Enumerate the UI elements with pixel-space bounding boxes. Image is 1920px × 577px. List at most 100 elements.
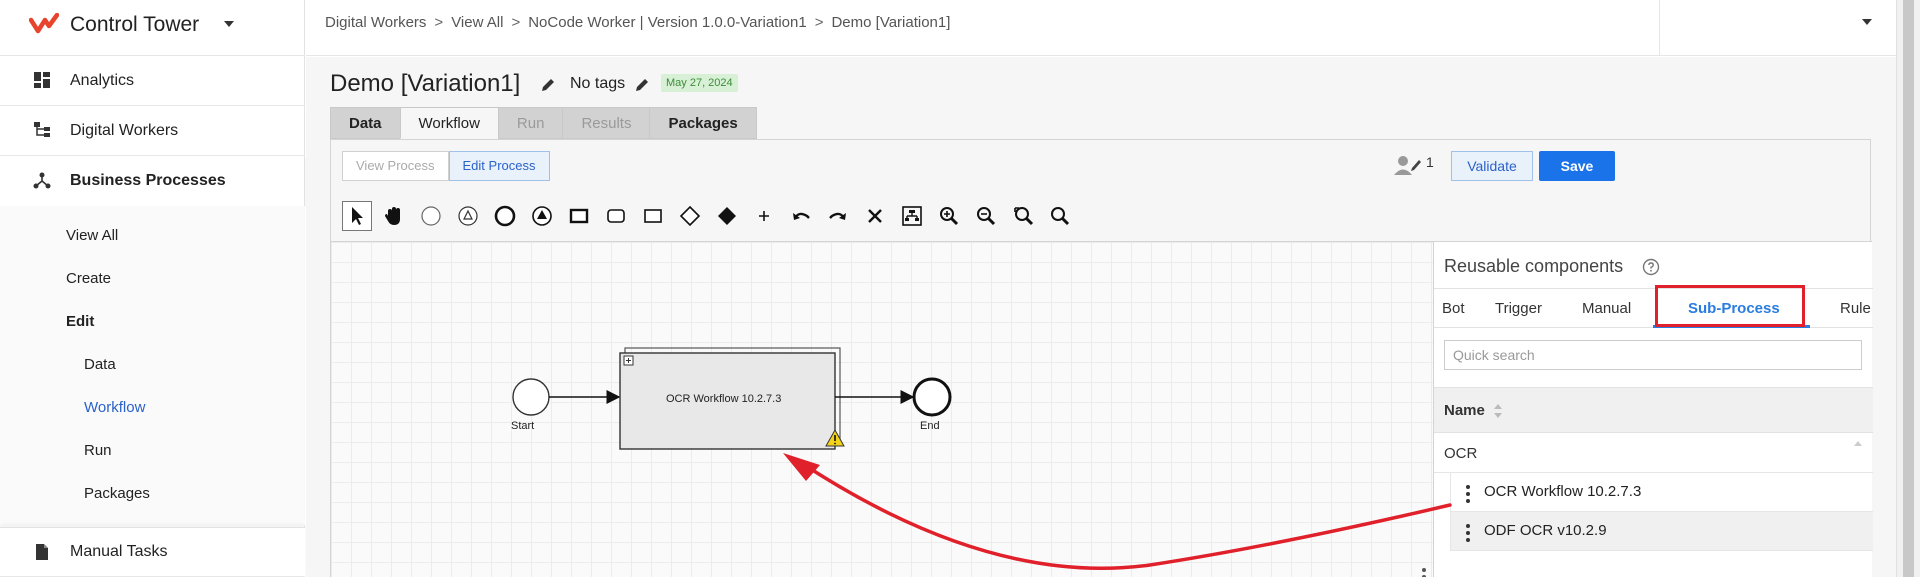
reusable-components-panel: Reusable components Bot Trigger Manual S… xyxy=(1433,241,1873,577)
component-tabs: Bot Trigger Manual Sub-Process Rule xyxy=(1434,288,1873,328)
drag-handle-icon[interactable] xyxy=(1466,485,1470,503)
panel-resize-handle-icon[interactable] xyxy=(1422,568,1426,577)
sidebar-item-label: Analytics xyxy=(70,71,135,89)
app-switch-caret-icon[interactable] xyxy=(224,21,234,27)
top-bar: Digital Workers > View All > NoCode Worker |… xyxy=(306,0,1896,56)
hand-icon[interactable] xyxy=(379,201,409,231)
plus-icon[interactable] xyxy=(749,201,779,231)
submenu-edit[interactable]: Edit xyxy=(66,313,94,330)
submenu-edit-workflow[interactable]: Workflow xyxy=(84,399,145,416)
auto-layout-icon[interactable] xyxy=(897,201,927,231)
bpmn-palette xyxy=(342,200,1082,232)
submenu-edit-data[interactable]: Data xyxy=(84,356,116,373)
pointer-icon[interactable] xyxy=(342,201,372,231)
submenu-create[interactable]: Create xyxy=(66,270,111,287)
tab-trigger[interactable]: Trigger xyxy=(1495,300,1542,317)
subprocess-icon[interactable] xyxy=(601,201,631,231)
hierarchy-icon xyxy=(34,122,50,137)
help-icon[interactable] xyxy=(1642,258,1660,276)
component-label: OCR Workflow 10.2.7.3 xyxy=(1484,483,1642,500)
dashboard-icon xyxy=(34,72,50,88)
delete-icon[interactable] xyxy=(860,201,890,231)
breadcrumb-item[interactable]: Digital Workers xyxy=(325,14,426,31)
exclusive-gateway-icon[interactable] xyxy=(712,201,742,231)
sidebar-item-label: Digital Workers xyxy=(70,121,179,139)
tags-label: No tags xyxy=(570,75,626,92)
breadcrumb-separator: > xyxy=(814,14,824,31)
end-event-icon[interactable] xyxy=(490,201,520,231)
sort-icon[interactable] xyxy=(1493,403,1503,419)
zoom-fit-icon[interactable] xyxy=(1008,201,1038,231)
submenu-edit-run[interactable]: Run xyxy=(84,442,112,459)
sidebar-item-analytics[interactable]: Analytics xyxy=(0,56,305,106)
bpmn-canvas[interactable]: Start OCR Workflow 10.2.7.3 End xyxy=(331,241,1433,577)
tab-packages[interactable]: Packages xyxy=(649,107,757,139)
collapse-caret-icon[interactable] xyxy=(1854,441,1862,446)
task-icon[interactable] xyxy=(564,201,594,231)
workflow-workspace: View Process Edit Process 1 Validate Sav… xyxy=(330,139,1873,577)
breadcrumb: Digital Workers > View All > NoCode Worker |… xyxy=(325,14,950,31)
component-label: ODF OCR v10.2.9 xyxy=(1484,522,1607,539)
tab-data[interactable]: Data xyxy=(330,107,400,139)
component-group-ocr[interactable]: OCR xyxy=(1434,433,1873,473)
submenu-edit-packages[interactable]: Packages xyxy=(84,485,150,502)
redo-icon[interactable] xyxy=(823,201,853,231)
quick-search-input[interactable]: Quick search xyxy=(1444,340,1862,370)
validate-button[interactable]: Validate xyxy=(1451,151,1533,181)
brand-header[interactable]: Control Tower xyxy=(0,0,305,56)
task-label: OCR Workflow 10.2.7.3 xyxy=(666,393,782,405)
zoom-in-icon[interactable] xyxy=(934,201,964,231)
sidebar-item-business-processes[interactable]: Business Processes xyxy=(0,156,305,206)
page-title: Demo [Variation1] xyxy=(330,70,521,97)
tab-results: Results xyxy=(562,107,650,139)
gateway-icon[interactable] xyxy=(675,201,705,231)
component-row[interactable]: OCR Workflow 10.2.7.3 xyxy=(1450,473,1873,512)
transaction-icon[interactable] xyxy=(638,201,668,231)
tab-manual[interactable]: Manual xyxy=(1582,300,1631,317)
breadcrumb-item[interactable]: View All xyxy=(451,14,503,31)
bpmn-diagram xyxy=(512,347,952,450)
annotation-highlight-box xyxy=(1655,285,1805,327)
user-edit-icon[interactable] xyxy=(1394,154,1424,176)
pencil-icon[interactable] xyxy=(540,77,556,93)
panel-title: Reusable components xyxy=(1444,256,1624,276)
breadcrumb-separator: > xyxy=(434,14,444,31)
date-badge: May 27, 2024 xyxy=(661,74,738,92)
zoom-out-icon[interactable] xyxy=(971,201,1001,231)
end-event-label: End xyxy=(920,420,940,432)
business-processes-submenu: View All Create Edit Data Workflow Run P… xyxy=(0,206,305,526)
breadcrumb-item[interactable]: NoCode Worker | Version 1.0.0-Variation1 xyxy=(528,14,806,31)
control-tower-logo-icon xyxy=(29,13,59,34)
view-process-button[interactable]: View Process xyxy=(342,151,449,181)
signal-event-icon[interactable] xyxy=(527,201,557,231)
breadcrumb-separator: > xyxy=(511,14,521,31)
app-title: Control Tower xyxy=(70,13,200,36)
view-mode-toggle: View Process Edit Process xyxy=(342,151,550,181)
end-event xyxy=(912,377,952,417)
sidebar-item-label: Manual Tasks xyxy=(70,543,168,560)
sidebar-item-digital-workers[interactable]: Digital Workers xyxy=(0,106,305,156)
intermediate-event-icon[interactable] xyxy=(453,201,483,231)
users-count: 1 xyxy=(1426,154,1434,170)
name-column-header[interactable]: Name xyxy=(1434,387,1873,433)
zoom-reset-icon[interactable] xyxy=(1045,201,1075,231)
sidebar: Control Tower Analytics Digital Workers … xyxy=(0,0,305,577)
tab-bot[interactable]: Bot xyxy=(1442,300,1465,317)
save-button[interactable]: Save xyxy=(1539,151,1615,181)
user-menu-caret-icon[interactable] xyxy=(1862,19,1872,25)
tab-workflow[interactable]: Workflow xyxy=(399,107,498,139)
tab-rule[interactable]: Rule xyxy=(1840,300,1871,317)
undo-icon[interactable] xyxy=(786,201,816,231)
start-event xyxy=(512,378,550,416)
sidebar-item-label: Business Processes xyxy=(70,172,226,189)
submenu-view-all[interactable]: View All xyxy=(66,227,118,244)
tab-run: Run xyxy=(497,107,563,139)
drag-handle-icon[interactable] xyxy=(1466,524,1470,542)
pencil-icon[interactable] xyxy=(634,77,650,93)
page-scrollbar[interactable] xyxy=(1896,0,1920,577)
scrollbar-thumb[interactable] xyxy=(1903,0,1914,577)
component-row[interactable]: ODF OCR v10.2.9 xyxy=(1450,512,1873,551)
edit-process-button[interactable]: Edit Process xyxy=(448,151,550,181)
start-event-icon[interactable] xyxy=(416,201,446,231)
sidebar-item-manual-tasks[interactable]: Manual Tasks xyxy=(0,527,305,577)
